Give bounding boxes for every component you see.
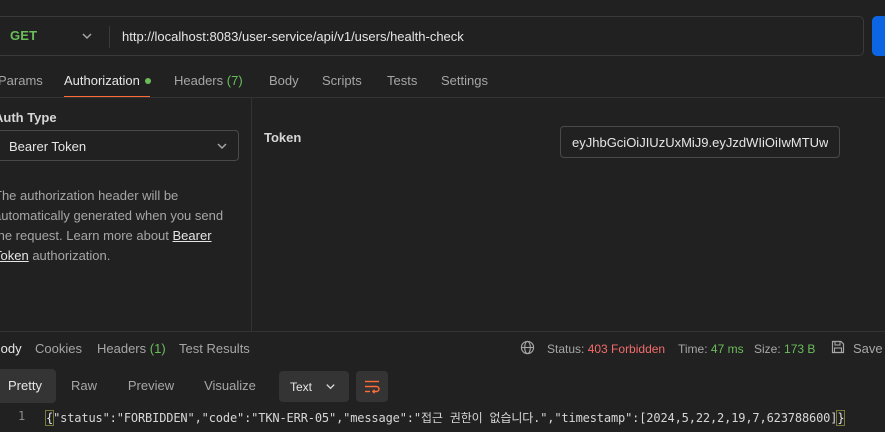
response-body-line[interactable]: 1 {"status":"FORBIDDEN","code":"TKN-ERR-… [0,405,885,427]
response-body-text[interactable]: {"status":"FORBIDDEN","code":"TKN-ERR-05… [44,409,846,426]
active-indicator-dot [144,77,151,84]
response-json: "status":"FORBIDDEN","code":"TKN-ERR-05"… [53,411,838,425]
response-tab-cookies[interactable]: Cookies [35,341,82,356]
send-button[interactable] [872,16,885,56]
url-separator [109,26,110,48]
size-readout[interactable]: Size: 173 B [754,342,815,356]
tab-settings[interactable]: Settings [441,73,488,88]
tab-headers[interactable]: Headers (7) [174,73,243,88]
chevron-down-icon [217,143,227,150]
view-mode-toolbar: Pretty Raw Preview Visualize Text [0,369,885,405]
save-response-button[interactable]: Save Response [853,341,885,356]
response-tab-test-results[interactable]: Test Results [179,341,250,356]
line-number: 1 [18,409,26,423]
view-preview-button[interactable]: Preview [118,369,184,403]
auth-type-select[interactable]: Bearer Token [0,130,239,161]
panel-divider[interactable] [251,98,252,331]
auth-type-label: Auth Type [0,110,57,125]
size-value: 173 B [784,342,816,356]
tab-params[interactable]: Params [0,73,43,88]
url-input[interactable]: http://localhost:8083/user-service/api/v… [122,29,464,44]
token-input[interactable] [560,126,840,158]
tab-body[interactable]: Body [269,73,299,88]
close-brace: } [836,410,846,426]
token-label: Token [264,130,302,145]
wrap-lines-icon [365,380,380,394]
globe-icon[interactable] [520,340,535,355]
status-value: 403 Forbidden [587,342,666,356]
response-tabs: Body Cookies Headers (1) Test Results St… [0,331,885,365]
format-value: Text [290,380,313,394]
view-visualize-button[interactable]: Visualize [196,369,264,403]
auth-description: The authorization header will be automat… [0,186,226,266]
postman-request-window: GET http://localhost:8083/user-service/a… [0,0,885,432]
status-readout[interactable]: Status: 403 Forbidden [547,342,665,356]
auth-type-panel: Auth Type Bearer Token The authorization… [0,98,251,331]
chevron-down-icon[interactable] [81,30,93,42]
url-bar: GET http://localhost:8083/user-service/a… [0,16,864,56]
time-readout[interactable]: Time: 47 ms [678,342,744,356]
request-tabs: Params Authorization Headers (7) Body Sc… [0,62,885,98]
method-select[interactable]: GET [10,28,37,43]
response-tab-headers[interactable]: Headers (1) [97,341,166,356]
chevron-down-icon [326,384,335,390]
view-pretty-button[interactable]: Pretty [0,369,56,403]
view-raw-button[interactable]: Raw [62,369,106,403]
response-tab-body[interactable]: Body [0,341,22,356]
format-select[interactable]: Text [279,371,349,402]
wrap-lines-button[interactable] [356,371,388,402]
time-value: 47 ms [710,342,744,356]
tab-authorization[interactable]: Authorization [64,73,151,88]
auth-type-value: Bearer Token [9,139,87,154]
tab-tests[interactable]: Tests [387,73,417,88]
tab-scripts[interactable]: Scripts [322,73,362,88]
save-icon[interactable] [831,340,845,354]
